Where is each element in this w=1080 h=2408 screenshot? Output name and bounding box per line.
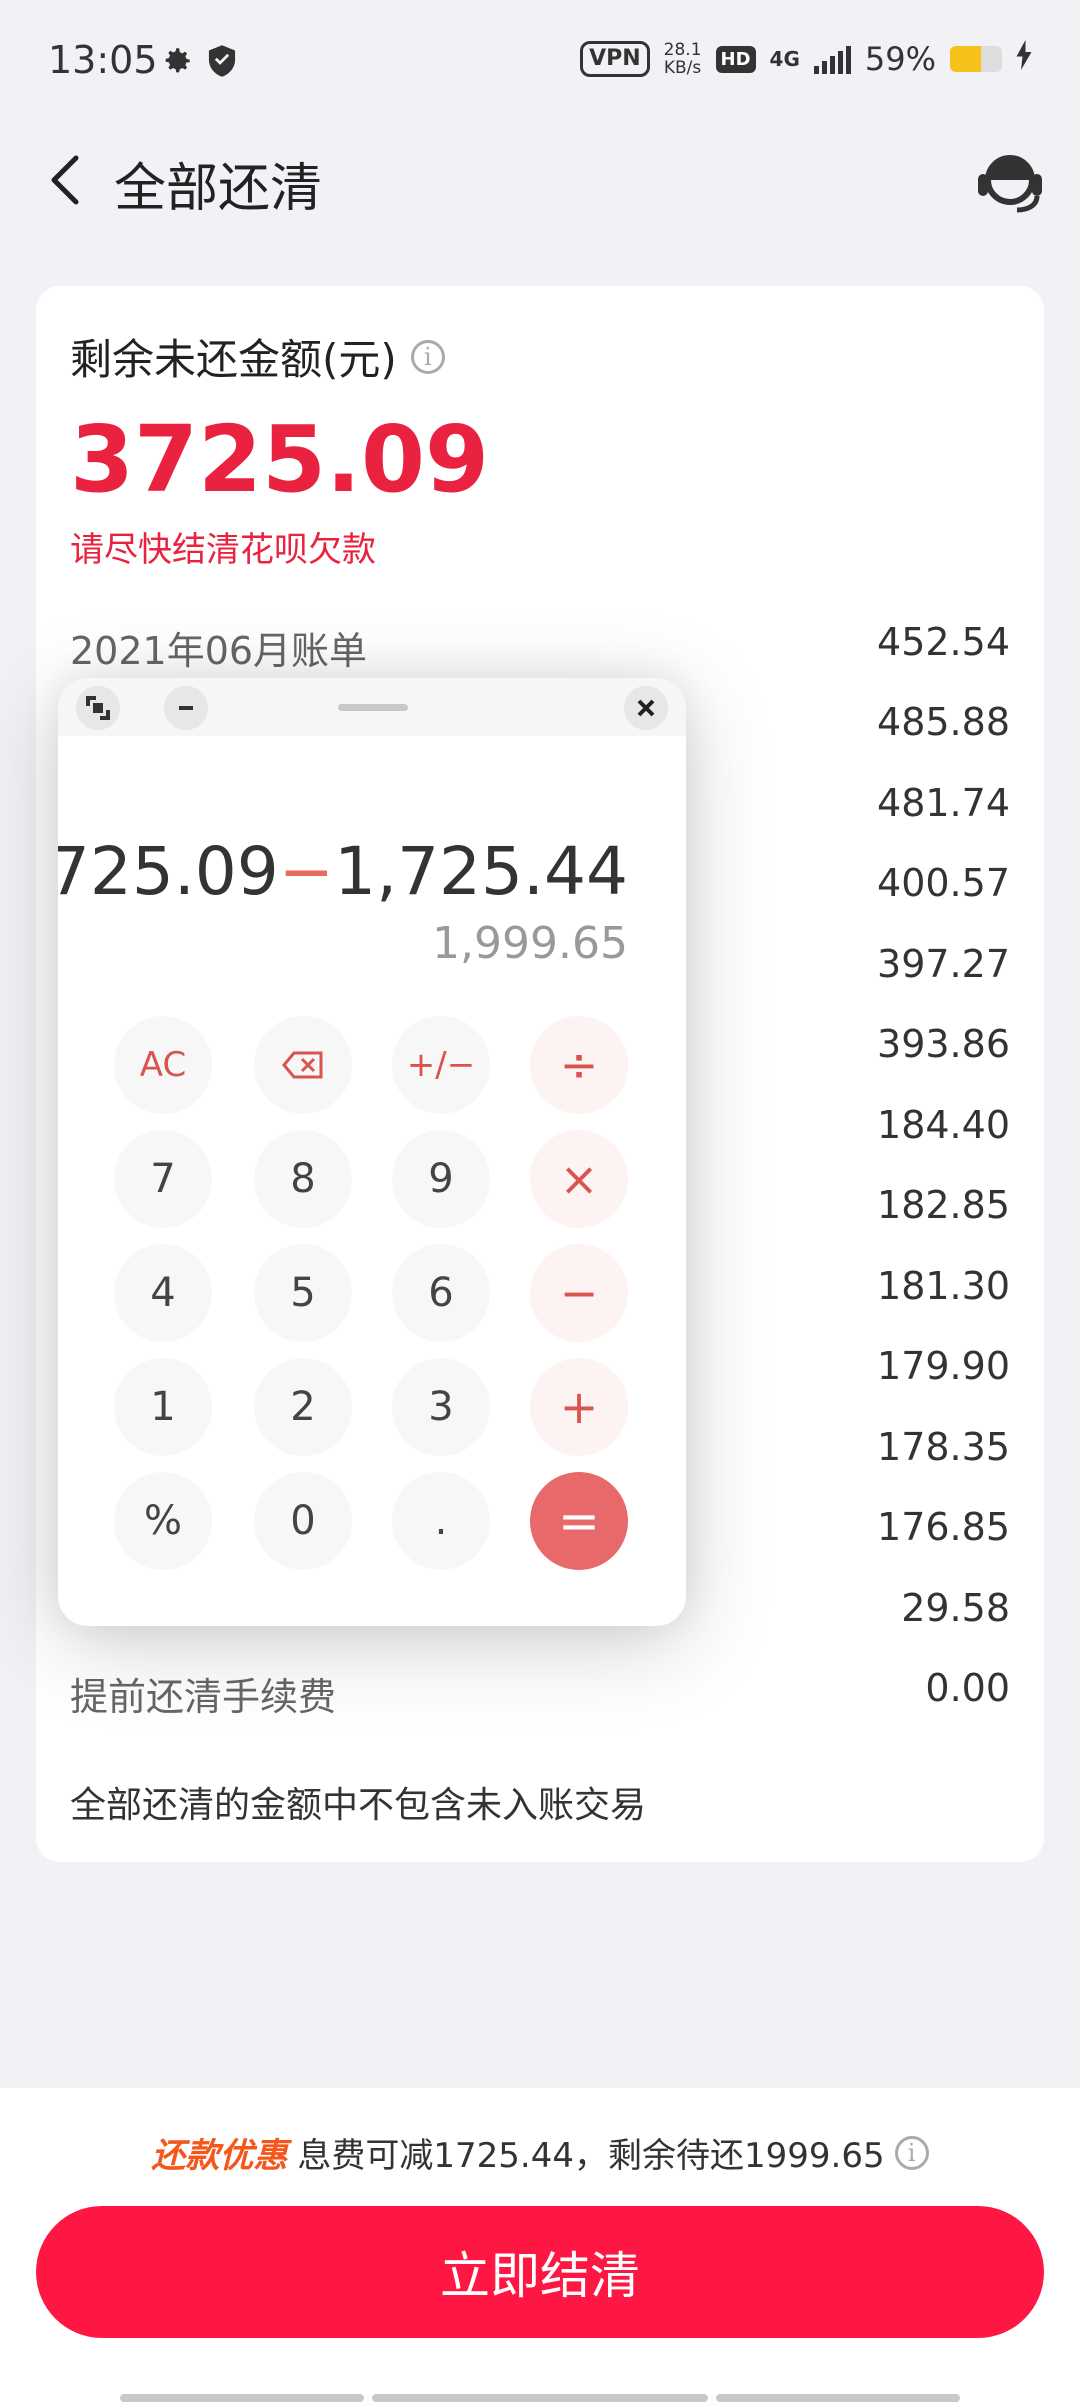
network-type: 4G [769,47,800,71]
status-bar: 13:05 VPN 28.1 KB/s HD 4G 59% [0,0,1080,120]
fee-label: 提前还清手续费 [70,1675,337,1719]
battery-icon [950,46,1002,72]
key-multiply[interactable]: × [530,1130,628,1228]
key-percent[interactable]: % [114,1472,212,1570]
drag-handle[interactable] [338,704,408,711]
key-6[interactable]: 6 [392,1244,490,1342]
calculator-result: 1,999.65 [432,918,628,969]
status-time: 13:05 [48,38,158,82]
remaining-label: 剩余未还金额(元) [70,335,397,384]
shield-icon [206,44,238,82]
bill-amount: 393.86 [877,1022,1010,1066]
battery-percent: 59% [864,40,936,78]
bill-amount: 184.40 [877,1103,1010,1147]
signal-icon [813,44,851,74]
customer-service-icon[interactable] [970,140,1050,220]
calculator-title-bar[interactable] [58,678,686,736]
nav-indicator [372,2394,708,2402]
key-8[interactable]: 8 [254,1130,352,1228]
key-0[interactable]: 0 [254,1472,352,1570]
floating-calculator: ,725.09−1,725.44 1,999.65 AC +/− ÷ 7 8 9… [58,678,686,1626]
bill-amount: 178.35 [877,1425,1010,1469]
bill-amount: 29.58 [901,1586,1010,1630]
nav-indicator [716,2394,960,2402]
fee-row: 提前还清手续费 0.00 [70,1666,1010,1726]
remaining-label-row: 剩余未还金额(元) i [70,326,445,387]
key-divide[interactable]: ÷ [530,1016,628,1114]
key-2[interactable]: 2 [254,1358,352,1456]
speed-unit: KB/s [663,58,702,78]
bill-amount: 176.85 [877,1505,1010,1549]
key-7[interactable]: 7 [114,1130,212,1228]
bill-amount: 179.90 [877,1344,1010,1388]
bill-label: 2021年06月账单 [70,629,368,673]
info-icon[interactable]: i [410,339,445,374]
bottom-bar: 还款优惠 息费可减1725.44，剩余待还1999.65 i 立即结清 [0,2088,1080,2408]
minimize-icon[interactable] [164,686,208,730]
nav-indicator [120,2394,364,2402]
remaining-amount: 3725.09 [70,406,490,513]
key-dot[interactable]: . [392,1472,490,1570]
key-4[interactable]: 4 [114,1244,212,1342]
speed-value: 28.1 [663,40,702,60]
promo-line: 还款优惠 息费可减1725.44，剩余待还1999.65 i [0,2128,1080,2177]
calculator-expression: ,725.09−1,725.44 [58,833,628,910]
hd-badge: HD [715,45,756,73]
key-minus[interactable]: − [530,1244,628,1342]
page-title: 全部还清 [114,159,323,219]
promo-info-icon[interactable]: i [894,2135,929,2170]
pay-off-button[interactable]: 立即结清 [36,2206,1044,2338]
key-backspace[interactable] [254,1016,352,1114]
key-ac[interactable]: AC [114,1016,212,1114]
vpn-badge: VPN [580,41,650,77]
bill-amount: 182.85 [877,1183,1010,1227]
chevron-left-icon[interactable] [38,150,98,210]
expression-left: ,725.09 [58,833,279,910]
close-icon[interactable] [624,686,668,730]
urge-text: 请尽快结清花呗欠款 [70,530,376,570]
backspace-icon [282,1051,323,1079]
expression-right: 1,725.44 [334,833,628,910]
key-plus[interactable]: + [530,1358,628,1456]
key-1[interactable]: 1 [114,1358,212,1456]
key-sign[interactable]: +/− [392,1016,490,1114]
charging-icon [1016,40,1032,78]
expression-operator: − [278,833,335,910]
fee-amount: 0.00 [925,1666,1010,1710]
expand-icon[interactable] [76,686,120,730]
page-header: 全部还清 [0,130,1080,230]
promo-tag: 还款优惠 [151,2136,288,2176]
bill-amount: 481.74 [877,781,1010,825]
bill-amount: 485.88 [877,700,1010,744]
bill-amount: 400.57 [877,861,1010,905]
bill-amount: 452.54 [877,620,1010,664]
network-speed: 28.1 KB/s [664,41,702,77]
key-5[interactable]: 5 [254,1244,352,1342]
bill-row: 2021年06月账单 452.54 [70,620,1010,680]
bill-amount: 397.27 [877,942,1010,986]
key-equals[interactable]: = [530,1472,628,1570]
promo-text: 息费可减1725.44，剩余待还1999.65 [297,2136,885,2176]
exclusion-note: 全部还清的金额中不包含未入账交易 [70,1785,647,1826]
key-9[interactable]: 9 [392,1130,490,1228]
bill-amount: 181.30 [877,1264,1010,1308]
key-3[interactable]: 3 [392,1358,490,1456]
gear-icon [160,44,194,82]
